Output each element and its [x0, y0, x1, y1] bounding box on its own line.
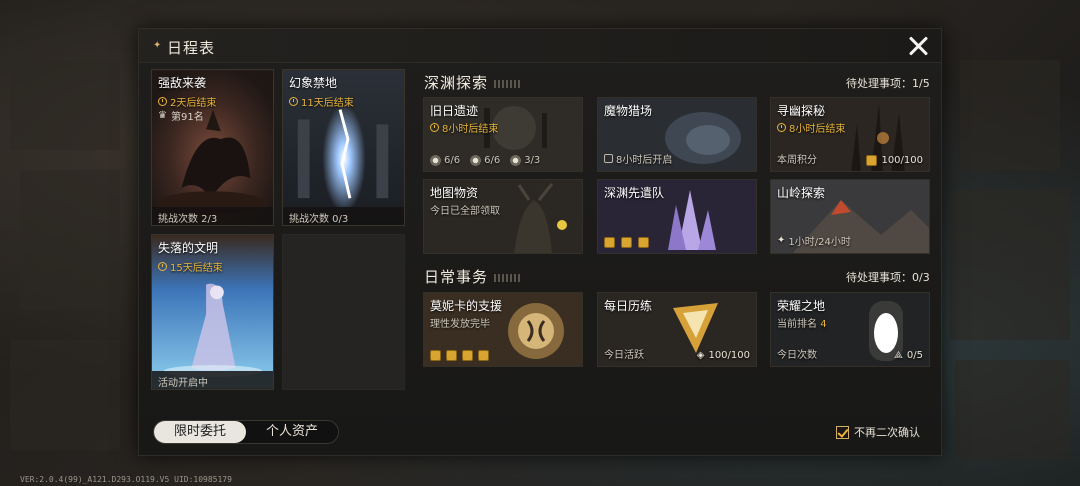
event-title: 失落的文明 — [158, 241, 219, 255]
tile-title: 每日历练 — [604, 299, 653, 313]
tile-subtitle: 今日已全部领取 — [430, 206, 500, 217]
event-card-lost-civilization[interactable]: 失落的文明 15天后结束 活动开启中 — [151, 234, 274, 390]
tile-timer: 8小时后结束 — [777, 120, 845, 135]
reward-icon — [430, 350, 441, 361]
close-button[interactable] — [905, 33, 931, 59]
tile-rewards — [430, 350, 489, 361]
event-title: 强敌来袭 — [158, 76, 207, 90]
event-card-enemy-raid[interactable]: 强敌来袭 2天后结束 ♛ 第91名 挑战次数 2/3 — [151, 69, 274, 226]
no-reconfirm-toggle[interactable]: 不再二次确认 — [836, 424, 920, 440]
panel-title: 日程表 — [167, 39, 216, 57]
reward-icon — [638, 237, 649, 248]
daily-pending-count: 待处理事项：0/3 — [846, 271, 930, 284]
tile-label: 本周积分 — [777, 155, 817, 166]
clock-icon — [777, 123, 786, 132]
tile-title: 莫妮卡的支援 — [430, 299, 503, 313]
event-footer: 活动开启中 — [152, 371, 273, 389]
tile-title: 深渊先遣队 — [604, 186, 665, 200]
event-timer: 11天后结束 — [289, 94, 354, 109]
tab-switcher: 限时委托 个人资产 — [153, 420, 339, 444]
tile-value: ◈ 100/100 — [696, 350, 750, 361]
tile-old-ruins[interactable]: 旧日遗迹 8小时后结束 6/6 6/6 3/3 — [423, 97, 583, 172]
event-card-illusion-zone[interactable]: 幻象禁地 11天后结束 挑战次数 0/3 — [282, 69, 405, 226]
abyss-section-title: 深渊探索 — [424, 72, 521, 93]
tile-status: 8小时后开启 — [604, 151, 672, 166]
tile-title: 旧日遗迹 — [430, 104, 479, 118]
event-rank: ♛ 第91名 — [158, 110, 204, 123]
activity-icon: ◈ — [696, 350, 705, 361]
tile-map-supplies[interactable]: 地图物资 今日已全部领取 — [423, 179, 583, 254]
tile-monica-support[interactable]: 莫妮卡的支援 理性发放完毕 — [423, 292, 583, 367]
no-reconfirm-label: 不再二次确认 — [854, 426, 920, 439]
tile-title: 荣耀之地 — [777, 299, 826, 313]
tile-mountain-explore[interactable]: 山岭探索 ✦ 1小时/24小时 — [770, 179, 930, 254]
lock-icon — [604, 154, 613, 163]
tile-rank: 当前排名 4 — [777, 319, 827, 330]
reward-icon — [621, 237, 632, 248]
reward-icon — [446, 350, 457, 361]
reward-icon — [604, 237, 615, 248]
swirl-icon — [430, 155, 441, 166]
tile-value: ⟁ 0/5 — [893, 350, 923, 361]
tile-title: 地图物资 — [430, 186, 479, 200]
section-divider — [494, 79, 521, 88]
tile-status: ✦ 1小时/24小时 — [777, 235, 851, 248]
tile-monster-hunt[interactable]: 魔物猎场 8小时后开启 — [597, 97, 757, 172]
clock-icon — [158, 97, 167, 106]
sparkle-icon: ✦ — [777, 235, 786, 246]
event-timer: 15天后结束 — [158, 259, 223, 274]
abyss-pending-count: 待处理事项：1/5 — [846, 77, 930, 90]
tile-glory-land[interactable]: 荣耀之地 当前排名 4 今日次数 ⟁ 0/5 — [770, 292, 930, 367]
tile-title: 魔物猎场 — [604, 104, 653, 118]
tile-seek-secret[interactable]: 寻幽探秘 8小时后结束 本周积分 100/100 — [770, 97, 930, 172]
event-footer: 挑战次数 0/3 — [283, 207, 404, 225]
clock-icon — [430, 123, 439, 132]
daily-section-title: 日常事务 — [424, 266, 521, 287]
attempts-icon: ⟁ — [893, 350, 903, 361]
event-title: 幻象禁地 — [289, 76, 338, 90]
event-footer: 挑战次数 2/3 — [152, 207, 273, 225]
tile-label: 今日次数 — [777, 350, 817, 361]
clock-icon — [158, 262, 167, 271]
tile-abyss-vanguard[interactable]: 深渊先遣队 — [597, 179, 757, 254]
reward-icon — [462, 350, 473, 361]
tile-title: 山岭探索 — [777, 186, 826, 200]
tile-rewards — [604, 237, 649, 248]
panel-header: ✦ 日程表 — [139, 29, 941, 63]
tile-timer: 8小时后结束 — [430, 120, 498, 135]
sparkle-icon: ✦ — [153, 40, 162, 51]
trophy-icon: ♛ — [158, 110, 167, 121]
diamond-icon — [470, 155, 482, 166]
tab-limited-commission[interactable]: 限时委托 — [154, 421, 246, 443]
tile-stats: 6/6 6/6 3/3 — [430, 155, 540, 166]
tile-daily-training[interactable]: 每日历练 今日活跃 ◈ 100/100 — [597, 292, 757, 367]
spiral-icon — [510, 155, 522, 166]
tile-value: 100/100 — [866, 155, 923, 166]
tile-title: 寻幽探秘 — [777, 104, 826, 118]
checkbox-checked[interactable] — [836, 425, 849, 439]
tile-subtitle: 理性发放完毕 — [430, 319, 490, 330]
event-timer: 2天后结束 — [158, 94, 216, 109]
clock-icon — [289, 97, 298, 106]
section-divider — [494, 273, 521, 282]
tab-personal-assets[interactable]: 个人资产 — [246, 421, 338, 443]
tile-label: 今日活跃 — [604, 350, 644, 361]
empty-event-slot — [282, 234, 405, 390]
points-icon — [866, 155, 878, 166]
reward-icon — [478, 350, 489, 361]
version-info: VER:2.0.4(99)_A121.D293.O119.V5 UID:1098… — [20, 475, 232, 484]
